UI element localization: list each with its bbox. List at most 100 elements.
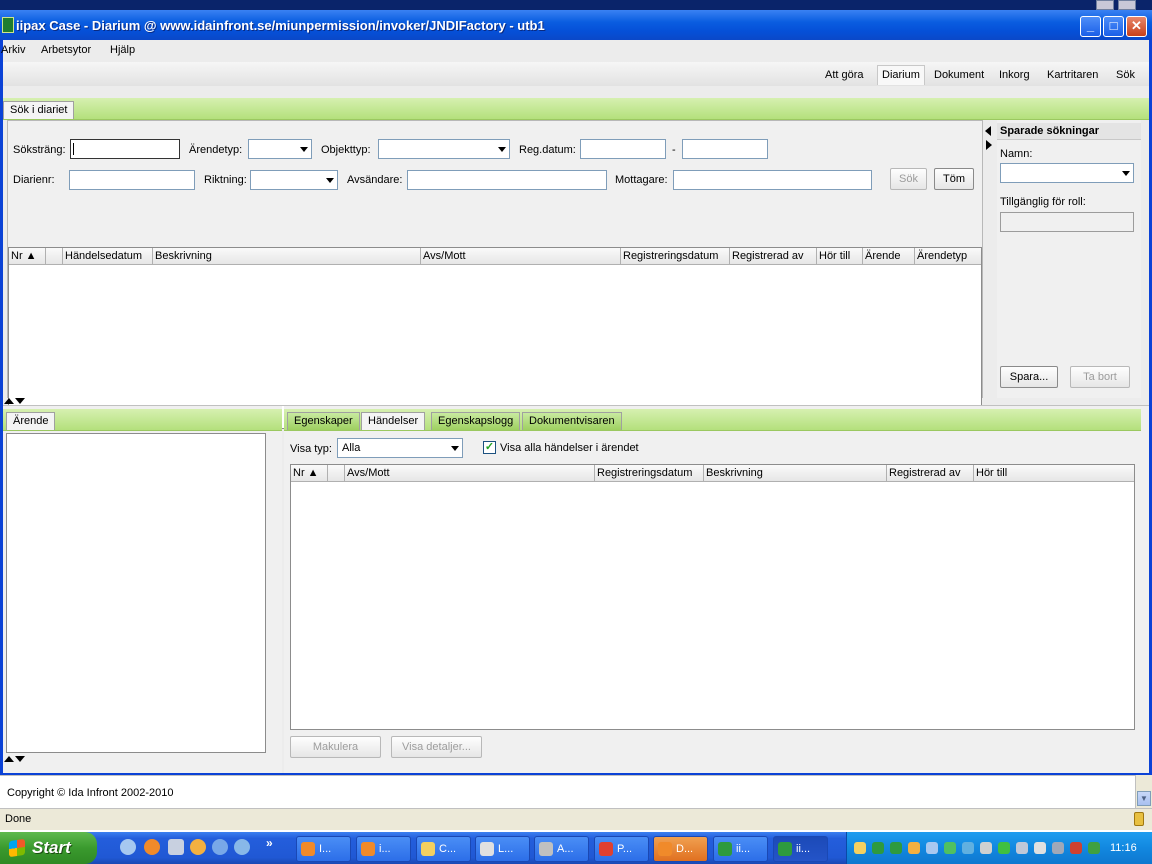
horizontal-splitter[interactable]	[3, 397, 1149, 406]
split-down-icon[interactable]	[15, 756, 25, 762]
messenger-icon[interactable]	[908, 842, 920, 854]
sokstrang-input[interactable]	[70, 139, 180, 159]
ie-icon[interactable]	[120, 839, 136, 855]
regdatum-separator: -	[672, 144, 676, 156]
iipax-icon[interactable]	[872, 842, 884, 854]
col-arende[interactable]: Ärende	[863, 248, 915, 265]
split-down-icon[interactable]	[15, 398, 25, 404]
diarienr-input[interactable]	[69, 170, 195, 190]
collapse-left-icon[interactable]	[985, 126, 991, 136]
security-icon[interactable]	[1070, 842, 1082, 854]
events-table[interactable]: Nr ▲ Avs/Mott Registreringsdatum Beskriv…	[290, 464, 1135, 730]
regdatum-from-input[interactable]	[580, 139, 666, 159]
col-registreringsdatum[interactable]: Registreringsdatum	[621, 248, 730, 265]
roll-input[interactable]	[1000, 212, 1134, 232]
iipax-icon[interactable]	[890, 842, 902, 854]
messenger-icon[interactable]	[190, 839, 206, 855]
col-hor-till[interactable]: Hör till	[817, 248, 863, 265]
spara-button[interactable]: Spara...	[1000, 366, 1058, 388]
tom-button[interactable]: Töm	[934, 168, 974, 190]
col-blank[interactable]	[46, 248, 63, 265]
network-icon[interactable]	[234, 839, 250, 855]
clock[interactable]: 11:16	[1110, 842, 1137, 854]
tab-arende[interactable]: Ärende	[6, 412, 56, 430]
col-hor-till[interactable]: Hör till	[974, 465, 1134, 482]
mail-icon[interactable]	[854, 842, 866, 854]
check-icon[interactable]	[998, 842, 1010, 854]
taskbar-item[interactable]: i...	[356, 836, 411, 862]
ta-bort-button[interactable]: Ta bort	[1070, 366, 1130, 388]
makulera-button[interactable]: Makulera	[290, 736, 381, 758]
col-avs-mott[interactable]: Avs/Mott	[345, 465, 595, 482]
nav-inkorg[interactable]: Inkorg	[999, 69, 1030, 81]
window-titlebar[interactable]: iipax Case - Diarium @ www.idainfront.se…	[0, 10, 1152, 40]
col-registrerad-av[interactable]: Registrerad av	[887, 465, 974, 482]
tab-sok-i-diariet[interactable]: Sök i diariet	[3, 101, 75, 119]
tool-icon[interactable]	[168, 839, 184, 855]
quicklaunch-chevron[interactable]: »	[266, 836, 273, 850]
browser-scrollbar[interactable]: ▼	[1135, 775, 1152, 808]
col-registrerad-av[interactable]: Registrerad av	[730, 248, 817, 265]
col-handelsedatum[interactable]: Händelsedatum	[63, 248, 153, 265]
left-bottom-splitter[interactable]	[3, 755, 282, 763]
tab-dokumentvisaren[interactable]: Dokumentvisaren	[522, 412, 622, 430]
col-avs-mott[interactable]: Avs/Mott	[421, 248, 621, 265]
minimize-button[interactable]: _	[1080, 16, 1101, 37]
taskbar-item[interactable]: ii...	[713, 836, 768, 862]
nav-diarium[interactable]: Diarium	[877, 65, 925, 85]
col-blank[interactable]	[328, 465, 345, 482]
nav-sok[interactable]: Sök	[1116, 69, 1135, 81]
display-icon[interactable]	[1052, 842, 1064, 854]
menu-arkiv[interactable]: Arkiv	[1, 44, 25, 56]
col-registreringsdatum[interactable]: Registreringsdatum	[595, 465, 704, 482]
visa-detaljer-button[interactable]: Visa detaljer...	[391, 736, 482, 758]
tab-egenskaper[interactable]: Egenskaper	[287, 412, 360, 430]
col-arendetyp[interactable]: Ärendetyp	[915, 248, 981, 265]
taskbar-item[interactable]: D...	[653, 836, 708, 862]
connection-icon[interactable]	[1088, 842, 1100, 854]
tool-icon[interactable]	[980, 842, 992, 854]
nav-att-gora[interactable]: Att göra	[825, 69, 864, 81]
search-icon[interactable]	[212, 839, 228, 855]
visa-alla-checkbox[interactable]: ✓	[483, 441, 496, 454]
maximize-button[interactable]: □	[1103, 16, 1124, 37]
mottagare-input[interactable]	[673, 170, 872, 190]
col-beskrivning[interactable]: Beskrivning	[704, 465, 887, 482]
expand-right-icon[interactable]	[986, 140, 992, 150]
firefox-icon[interactable]	[144, 839, 160, 855]
taskbar-item[interactable]: P...	[594, 836, 649, 862]
sync-icon[interactable]	[962, 842, 974, 854]
arendetyp-select[interactable]	[248, 139, 312, 159]
col-nr[interactable]: Nr ▲	[291, 465, 328, 482]
taskbar-item[interactable]: C...	[416, 836, 471, 862]
tab-handelser[interactable]: Händelser	[361, 412, 426, 430]
menu-hjalp[interactable]: Hjälp	[110, 44, 135, 56]
arende-tree[interactable]	[6, 433, 266, 753]
avsandare-input[interactable]	[407, 170, 607, 190]
nav-dokument[interactable]: Dokument	[934, 69, 984, 81]
split-up-icon[interactable]	[4, 756, 14, 762]
nav-kartritaren[interactable]: Kartritaren	[1047, 69, 1098, 81]
antivirus-icon[interactable]	[944, 842, 956, 854]
tab-egenskapslogg[interactable]: Egenskapslogg	[431, 412, 521, 430]
namn-select[interactable]	[1000, 163, 1134, 183]
taskbar-item[interactable]: L...	[475, 836, 530, 862]
taskbar-item[interactable]: I...	[296, 836, 351, 862]
start-button[interactable]: Start	[0, 832, 97, 864]
network-icon[interactable]	[926, 842, 938, 854]
menu-arbetsytor[interactable]: Arbetsytor	[41, 44, 91, 56]
scroll-down-icon[interactable]: ▼	[1137, 791, 1151, 806]
volume-icon[interactable]	[1034, 842, 1046, 854]
riktning-select[interactable]	[250, 170, 338, 190]
col-nr[interactable]: Nr ▲	[9, 248, 46, 265]
visa-typ-select[interactable]: Alla	[337, 438, 463, 458]
split-up-icon[interactable]	[4, 398, 14, 404]
taskbar-item[interactable]: ii...	[773, 836, 828, 862]
objekttyp-select[interactable]	[378, 139, 510, 159]
sok-button[interactable]: Sök	[890, 168, 927, 190]
taskbar-item[interactable]: A...	[534, 836, 589, 862]
regdatum-to-input[interactable]	[682, 139, 768, 159]
col-beskrivning[interactable]: Beskrivning	[153, 248, 421, 265]
close-button[interactable]: ✕	[1126, 16, 1147, 37]
monitor-icon[interactable]	[1016, 842, 1028, 854]
